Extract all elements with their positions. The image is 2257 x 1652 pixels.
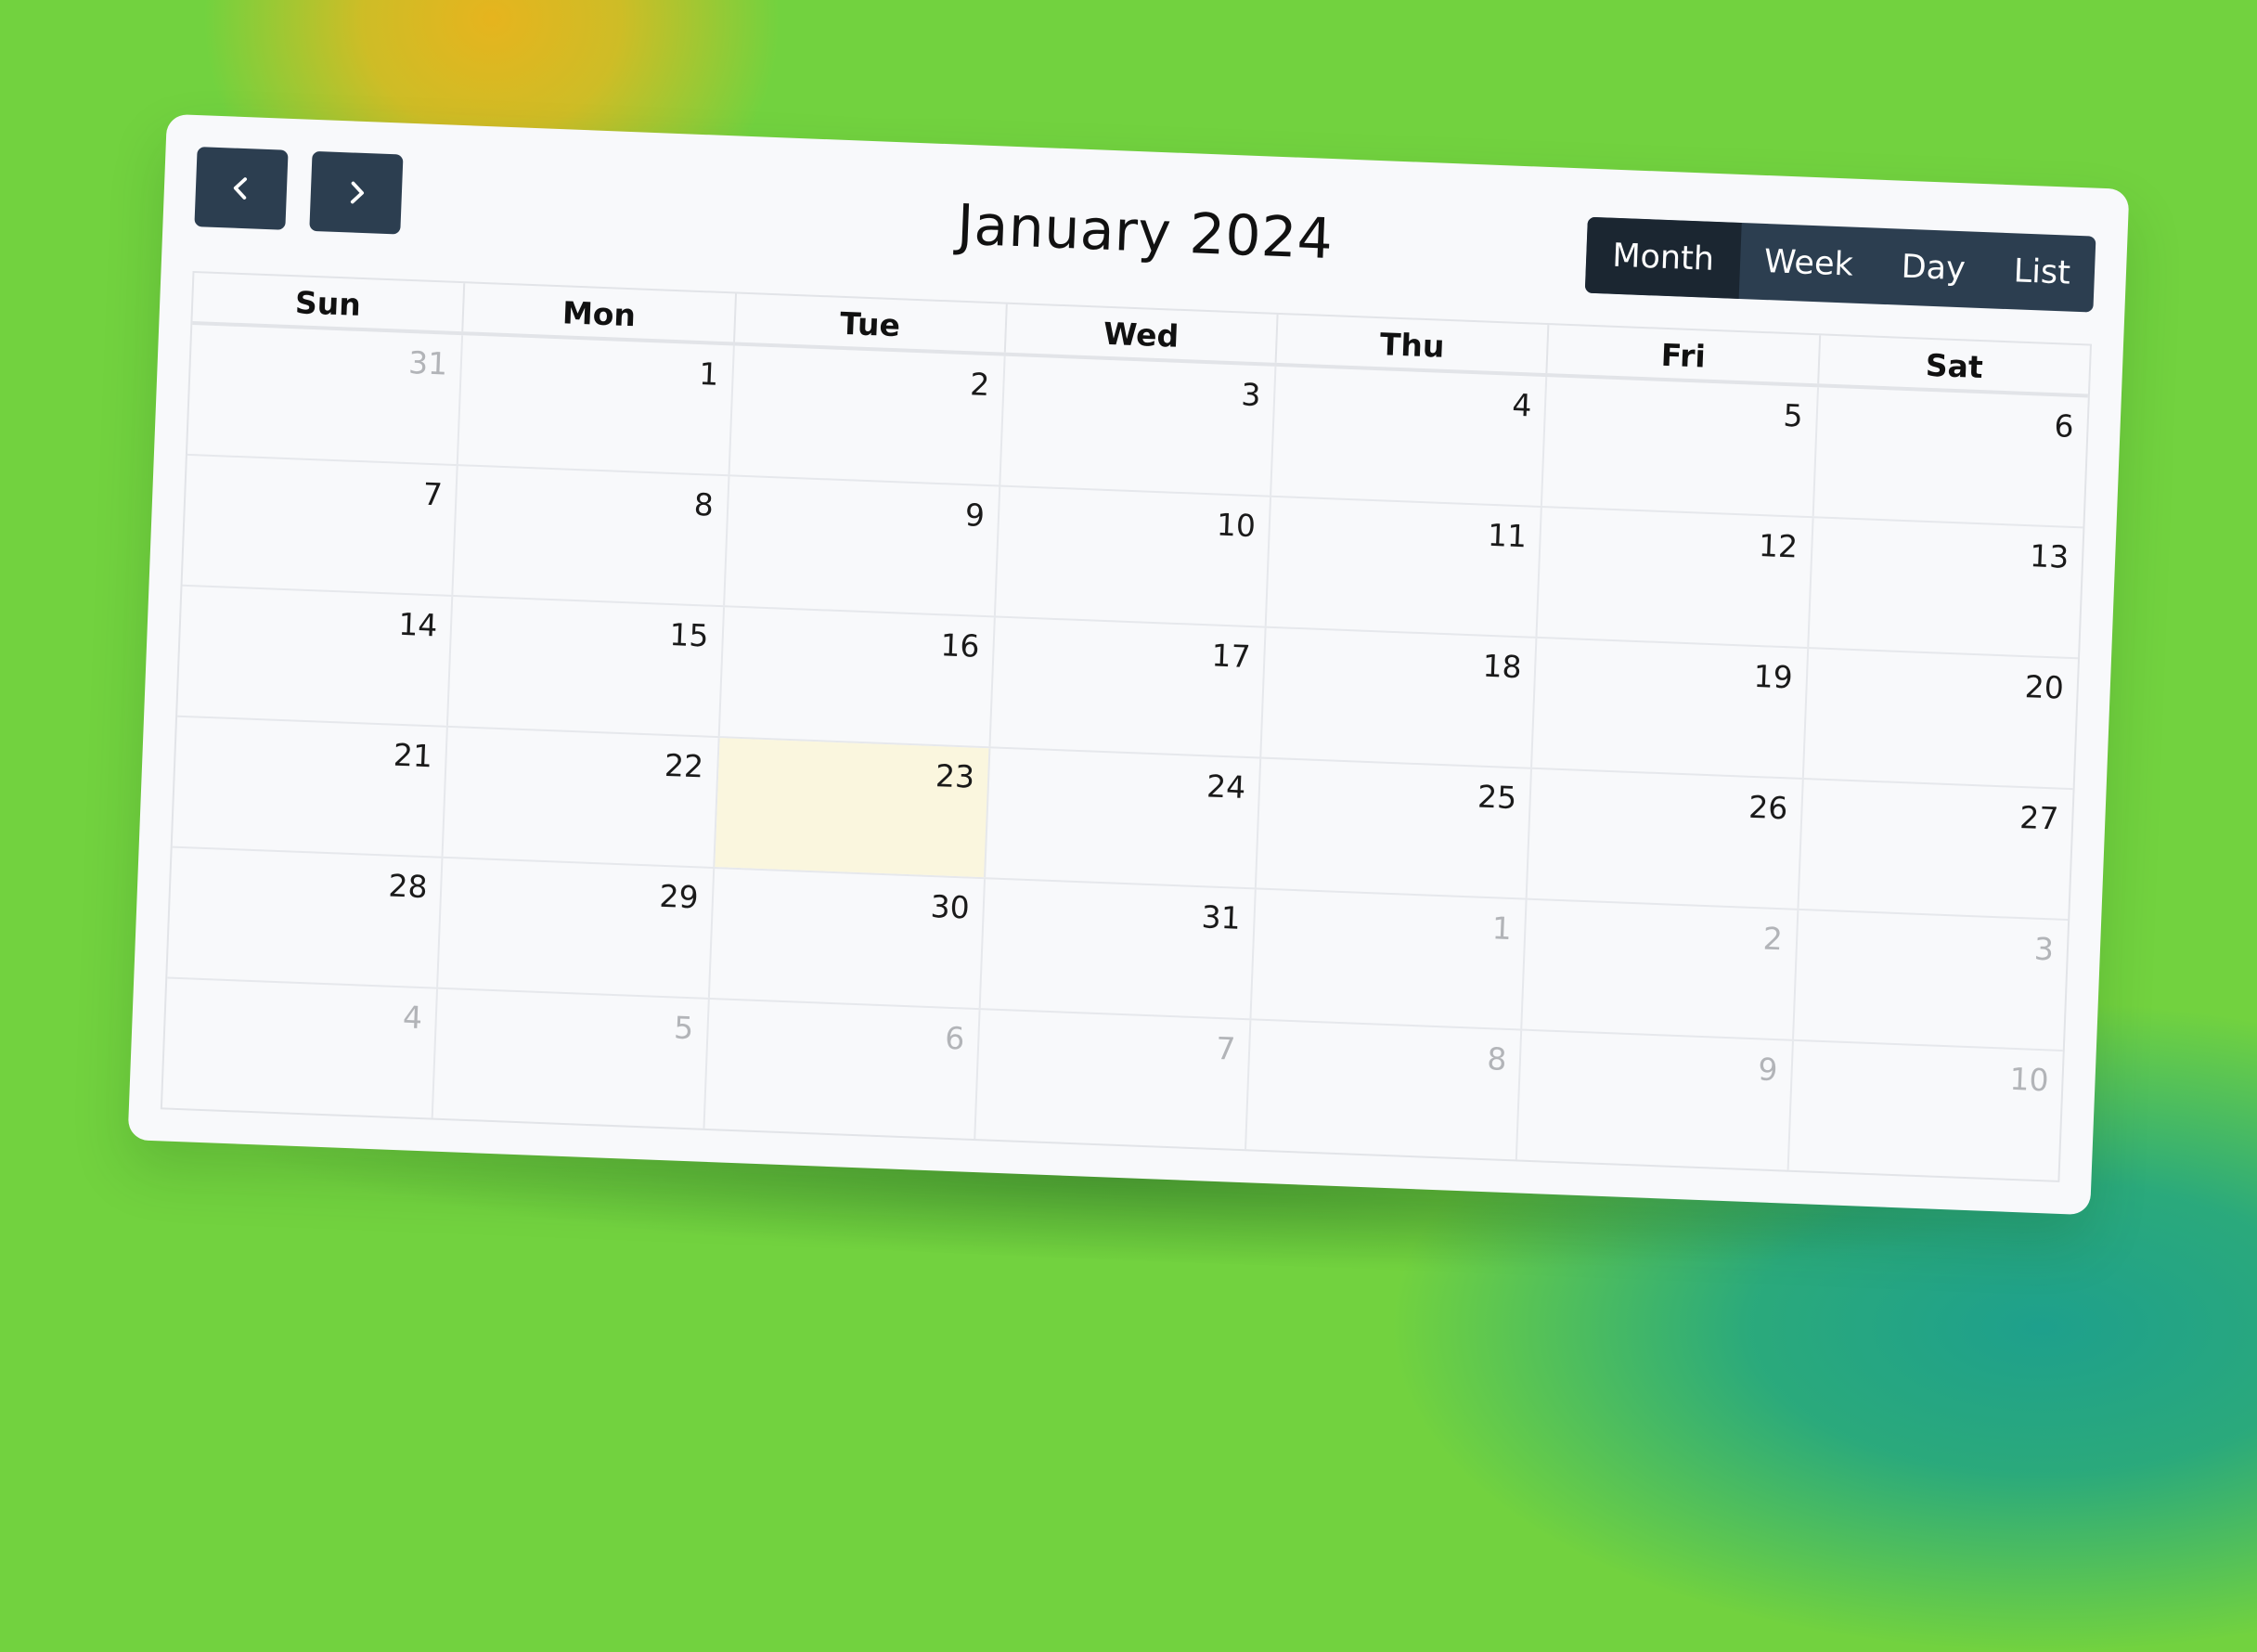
day-number: 25 [1477,778,1517,817]
day-cell-other-month[interactable]: 31 [187,325,464,465]
day-cell[interactable]: 7 [182,455,458,596]
day-number: 17 [1210,637,1252,676]
day-cell[interactable]: 6 [1813,387,2087,526]
day-cell-other-month[interactable]: 4 [161,978,439,1118]
day-number: 18 [1481,647,1523,686]
weekday-mon: Mon [463,283,737,342]
day-number: 14 [397,605,439,644]
day-cell[interactable]: 2 [729,345,1006,485]
day-cell[interactable]: 15 [448,597,725,737]
day-number: 10 [1216,506,1257,545]
day-number: 23 [935,757,975,795]
day-number: 6 [944,1019,965,1057]
day-cell[interactable]: 31 [980,879,1257,1019]
day-number: 3 [1240,376,1262,414]
day-number: 21 [393,736,433,775]
day-number: 3 [2033,930,2055,968]
weekday-fri: Fri [1547,325,1821,384]
day-number: 19 [1752,657,1794,696]
calendar-card: January 2024 Month Week Day List Sun Mon… [127,113,2130,1216]
view-day-button[interactable]: Day [1876,228,1991,309]
day-cell[interactable]: 17 [990,617,1267,757]
day-cell-other-month[interactable]: 5 [432,988,710,1129]
day-cell[interactable]: 14 [177,586,454,726]
day-cell[interactable]: 20 [1804,649,2078,788]
day-number: 6 [2053,407,2075,445]
day-number: 29 [658,877,700,916]
weeks-container: 31 1 2 3 4 5 6 7 8 9 10 11 12 13 14 15 16 17 18 19 20 21 22 23 2… [161,325,2088,1181]
day-number: 5 [1782,396,1804,434]
day-number: 5 [673,1009,694,1047]
day-number: 8 [1486,1040,1508,1078]
day-number: 4 [402,999,423,1037]
day-number: 13 [2029,537,2070,575]
day-cell[interactable]: 27 [1799,780,2072,919]
day-number: 8 [693,485,715,523]
day-number: 1 [1491,910,1513,948]
day-cell[interactable]: 18 [1261,627,1538,768]
day-cell[interactable]: 8 [453,466,730,606]
day-cell[interactable]: 19 [1532,638,1809,779]
day-cell[interactable]: 30 [709,869,986,1009]
day-cell[interactable]: 11 [1266,497,1543,637]
day-cell-other-month[interactable]: 8 [1246,1020,1523,1160]
day-number: 22 [664,746,704,785]
day-number: 20 [2024,668,2065,706]
day-cell-other-month[interactable]: 2 [1522,899,1799,1039]
day-number: 28 [387,867,429,906]
day-number: 16 [939,626,981,665]
day-cell-other-month[interactable]: 10 [1788,1041,2062,1181]
weekday-tue: Tue [734,293,1008,353]
day-number: 10 [2008,1060,2050,1099]
weekday-wed: Wed [1005,303,1279,363]
view-week-button[interactable]: Week [1738,223,1878,304]
view-switcher: Month Week Day List [1584,216,2096,313]
day-cell-other-month[interactable]: 3 [1794,910,2068,1050]
day-cell[interactable]: 3 [1000,355,1277,496]
view-month-button[interactable]: Month [1584,216,1742,299]
day-cell[interactable]: 25 [1256,758,1533,898]
weekday-thu: Thu [1276,314,1550,374]
day-cell[interactable]: 29 [438,858,715,998]
day-number: 7 [1215,1029,1237,1067]
day-number: 9 [964,497,986,534]
day-number: 27 [2018,799,2060,837]
weekday-sun: Sun [192,273,466,332]
day-number: 4 [1511,386,1533,424]
day-number: 31 [1201,898,1242,936]
day-cell[interactable]: 9 [724,476,1001,616]
day-cell-other-month[interactable]: 1 [1251,889,1528,1029]
day-number: 30 [929,888,971,926]
day-number: 9 [1757,1051,1779,1089]
day-cell[interactable]: 21 [172,716,449,857]
day-number: 12 [1758,526,1799,565]
day-cell[interactable]: 4 [1271,366,1548,507]
day-cell[interactable]: 1 [458,335,735,475]
day-number: 1 [698,355,719,393]
day-cell-other-month[interactable]: 7 [975,1010,1252,1150]
day-number: 2 [969,366,991,404]
day-cell[interactable]: 28 [167,847,444,987]
day-number: 11 [1487,516,1528,555]
day-cell[interactable]: 24 [985,748,1262,888]
day-number: 31 [407,343,448,382]
day-cell[interactable]: 10 [995,486,1272,626]
weekday-sat: Sat [1925,346,1984,386]
day-number: 2 [1762,920,1784,958]
day-number: 15 [668,616,710,654]
day-number: 24 [1206,768,1246,806]
day-cell[interactable]: 5 [1542,377,1819,517]
day-number: 7 [422,475,444,513]
day-cell[interactable]: 22 [443,727,720,868]
day-cell[interactable]: 16 [719,607,996,747]
day-cell-today[interactable]: 23 [714,738,991,878]
day-cell[interactable]: 13 [1809,518,2083,657]
day-cell-other-month[interactable]: 6 [704,999,981,1140]
month-grid: Sun Mon Tue Wed Thu Fri Sat 31 1 2 3 4 5 6 7 8 9 1… [160,270,2093,1182]
day-cell[interactable]: 12 [1537,508,1814,648]
day-cell[interactable]: 26 [1528,768,1804,909]
day-number: 26 [1748,788,1789,827]
day-cell-other-month[interactable]: 9 [1517,1030,1794,1170]
view-list-button[interactable]: List [1988,232,2096,312]
